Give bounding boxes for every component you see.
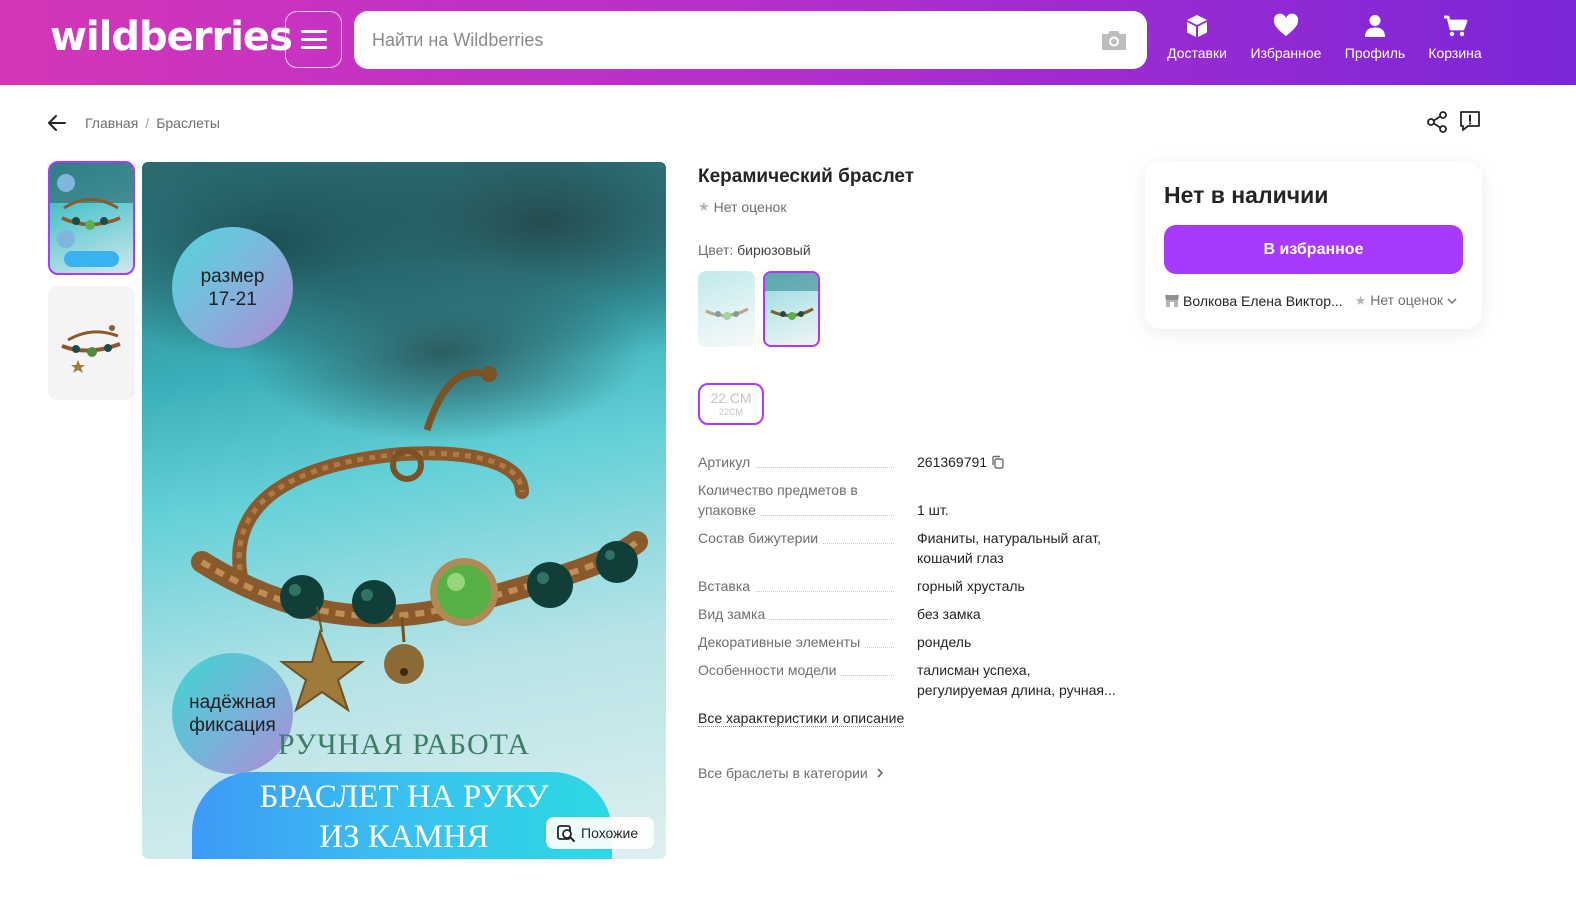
product-title: Керамический браслет <box>698 166 915 187</box>
all-category-link[interactable]: Все браслеты в категории <box>698 765 885 781</box>
color-label: Цвет: бирюзовый <box>698 242 811 258</box>
product-rating-text: Нет оценок <box>713 199 787 215</box>
specs-table: Артикул 261369791 Количество предметов в… <box>698 452 1118 708</box>
spec-key-label: Вставка <box>698 578 755 594</box>
bracelet-thumbnail-image <box>61 325 121 373</box>
spec-key: Количество предметов в упаковке <box>698 480 906 520</box>
search-bar <box>354 11 1147 69</box>
nav-cart-label: Корзина <box>1428 45 1482 61</box>
swatch-image <box>705 307 749 320</box>
search-input[interactable] <box>372 11 1072 69</box>
similar-search-icon <box>557 825 575 842</box>
user-icon <box>1365 15 1385 37</box>
copy-icon[interactable] <box>991 455 1005 469</box>
breadcrumb-bracelets[interactable]: Браслеты <box>156 115 220 131</box>
spec-value: Фианиты, натуральный агат, кошачий глаз <box>917 530 1102 566</box>
buy-card: Нет в наличии В избранное Волкова Елена … <box>1145 161 1482 329</box>
spec-key: Состав бижутерии <box>698 528 906 568</box>
product-caption-line1: БРАСЛЕТ НА РУКУ <box>259 779 549 815</box>
header: wildberries Доставки Избранное Профил <box>0 0 1576 85</box>
color-swatch-1[interactable] <box>698 271 755 347</box>
hamburger-icon-line <box>301 38 327 41</box>
spec-row: Декоративные элементы рондель <box>698 632 1118 652</box>
color-swatch-2[interactable] <box>763 271 820 347</box>
size-bubble-text: размер 17-21 <box>200 265 265 310</box>
breadcrumb: Главная / Браслеты <box>85 115 220 131</box>
size-option[interactable]: 22 СМ 22СМ <box>698 383 764 425</box>
box-icon <box>1187 15 1207 37</box>
spec-key: Декоративные элементы <box>698 632 906 652</box>
spec-key: Вставка <box>698 576 906 596</box>
star-icon: ★ <box>698 199 710 214</box>
nav-profile[interactable]: Профиль <box>1335 13 1415 61</box>
size-option-label: 22 СМ <box>710 390 752 406</box>
bracelet-thumbnail-image <box>50 163 133 267</box>
similar-button[interactable]: Похожие <box>546 817 654 849</box>
store-icon <box>1165 294 1179 307</box>
breadcrumb-home[interactable]: Главная <box>85 115 138 131</box>
chevron-right-icon <box>877 768 883 778</box>
logo[interactable]: wildberries <box>50 14 293 60</box>
color-key: Цвет: <box>698 242 734 258</box>
similar-button-label: Похожие <box>581 825 639 841</box>
hamburger-icon <box>301 30 327 33</box>
share-icon[interactable] <box>1425 110 1449 134</box>
report-icon[interactable] <box>1458 109 1482 133</box>
spec-key: Вид замка <box>698 604 906 624</box>
spec-row: Вид замка без замка <box>698 604 1118 624</box>
star-icon: ★ <box>1354 293 1367 308</box>
back-arrow-icon[interactable] <box>46 112 68 134</box>
menu-button[interactable] <box>285 11 342 68</box>
camera-icon[interactable] <box>1100 28 1128 52</box>
chevron-down-icon <box>1447 298 1457 305</box>
seller-rating-text: Нет оценок <box>1370 292 1444 308</box>
spec-value: без замка <box>917 606 981 622</box>
stock-status: Нет в наличии <box>1164 182 1329 208</box>
spec-value: рондель <box>917 634 972 650</box>
nav-deliveries-label: Доставки <box>1167 45 1227 61</box>
all-category-link-label: Все браслеты в категории <box>698 765 868 781</box>
spec-key-label: Вид замка <box>698 606 770 622</box>
nav-cart[interactable]: Корзина <box>1415 13 1495 61</box>
hamburger-icon-line <box>301 46 327 49</box>
spec-value: 1 шт. <box>917 502 949 518</box>
seller-name[interactable]: Волкова Елена Виктор... <box>1183 293 1343 309</box>
article-number[interactable]: 261369791 <box>917 454 987 470</box>
spec-key: Артикул <box>698 452 906 472</box>
spec-row: Количество предметов в упаковке 1 шт. <box>698 480 1118 520</box>
spec-key-label: Количество предметов в упаковке <box>698 482 858 518</box>
color-value: бирюзовый <box>737 242 811 258</box>
nav-favorites[interactable]: Избранное <box>1246 13 1326 61</box>
spec-row: Состав бижутерии Фианиты, натуральный аг… <box>698 528 1118 568</box>
spec-key-label: Состав бижутерии <box>698 530 823 546</box>
swatch-image <box>765 273 818 320</box>
spec-row: Вставка горный хрусталь <box>698 576 1118 596</box>
cart-icon <box>1444 15 1468 37</box>
spec-row: Особенности модели талисман успеха, регу… <box>698 660 1118 700</box>
thumbnail-1[interactable] <box>48 161 135 275</box>
spec-value: 261369791 <box>917 452 1117 472</box>
spec-value: горный хрусталь <box>917 578 1025 594</box>
heart-icon <box>1273 13 1299 37</box>
seller-info: Волкова Елена Виктор... ★ Нет оценок <box>1164 292 1464 309</box>
spec-value: талисман успеха, регулируемая длина, руч… <box>917 662 1116 698</box>
breadcrumb-separator: / <box>145 115 150 131</box>
thumbnail-2[interactable] <box>48 286 135 400</box>
seller-rating[interactable]: ★ Нет оценок <box>1355 292 1457 309</box>
add-to-favorites-button[interactable]: В избранное <box>1164 225 1463 274</box>
size-bubble: размер 17-21 <box>172 227 293 348</box>
spec-key-label: Артикул <box>698 454 755 470</box>
all-specs-link[interactable]: Все характеристики и описание <box>698 710 905 727</box>
spec-key: Особенности модели <box>698 660 906 700</box>
size-option-sublabel: 22СМ <box>719 407 743 417</box>
spec-row: Артикул 261369791 <box>698 452 1118 472</box>
nav-favorites-label: Избранное <box>1250 45 1322 61</box>
nav-profile-label: Профиль <box>1344 45 1406 61</box>
nav-deliveries[interactable]: Доставки <box>1157 13 1237 61</box>
spec-key-label: Особенности модели <box>698 662 841 678</box>
product-rating[interactable]: ★ Нет оценок <box>698 199 786 215</box>
product-main-image[interactable]: размер 17-21 надёжная фиксация РУЧНАЯ РА… <box>142 162 666 859</box>
spec-key-label: Декоративные элементы <box>698 634 865 650</box>
handmade-caption: РУЧНАЯ РАБОТА <box>277 728 531 761</box>
